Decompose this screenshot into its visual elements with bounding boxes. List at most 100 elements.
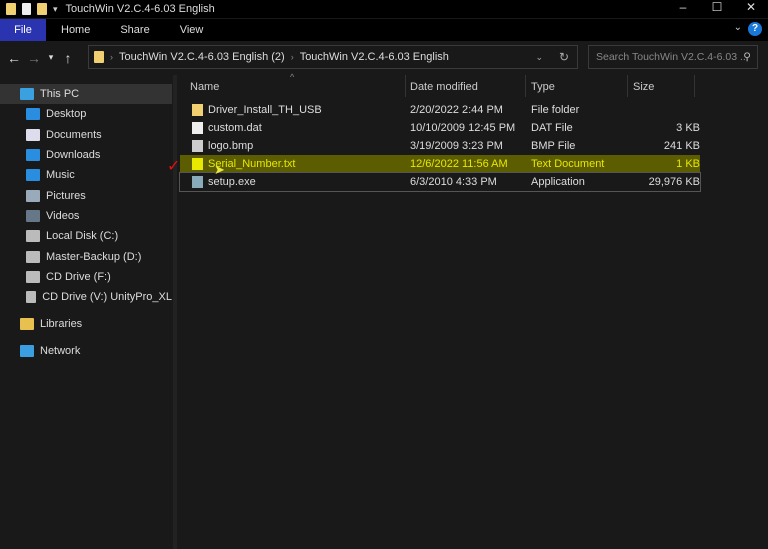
sidebar-item-label: Network: [40, 344, 81, 357]
breadcrumb-item[interactable]: TouchWin V2.C.4-6.03 English: [300, 51, 449, 63]
folder-icon: [192, 104, 203, 116]
sidebar-item-label: Videos: [46, 209, 80, 222]
sidebar-item-libraries[interactable]: Libraries: [0, 314, 172, 334]
sidebar-item-label: Master-Backup (D:): [46, 250, 142, 263]
sidebar-item-pictures[interactable]: Pictures: [0, 185, 172, 205]
sidebar-item-this-pc[interactable]: This PC: [0, 84, 172, 105]
sidebar-item-label: CD Drive (F:): [46, 270, 111, 283]
file-type: DAT File: [531, 122, 573, 134]
up-arrow-icon[interactable]: ↑: [58, 50, 78, 66]
sidebar-item-network[interactable]: Network: [0, 341, 172, 361]
file-row[interactable]: Driver_Install_TH_USB 2/20/2022 2:44 PM Fi…: [180, 101, 700, 119]
file-date: 6/3/2010 4:33 PM: [410, 176, 497, 188]
red-checkmark-annotation: ✓: [167, 158, 181, 175]
refresh-icon[interactable]: ↻: [559, 50, 569, 64]
drive-icon: [26, 230, 40, 243]
column-header-size[interactable]: Size: [633, 81, 654, 93]
file-row[interactable]: logo.bmp 3/19/2009 3:23 PM BMP File 241 KB: [180, 137, 700, 155]
back-arrow-icon[interactable]: ←: [4, 50, 24, 66]
sidebar-item-label: Libraries: [40, 318, 83, 331]
column-divider[interactable]: [525, 75, 526, 97]
file-size: 1 KB: [676, 158, 700, 170]
address-dropdown-icon[interactable]: ⌄: [535, 52, 543, 63]
column-header-name[interactable]: Name: [190, 81, 219, 93]
tab-file[interactable]: File: [0, 19, 46, 41]
breadcrumb-separator: ›: [290, 52, 294, 62]
maximize-button[interactable]: ☐: [700, 0, 734, 14]
computer-icon: [20, 88, 34, 101]
file-size: 241 KB: [663, 140, 700, 152]
sidebar-item-label: Music: [46, 169, 75, 182]
music-icon: [26, 169, 40, 182]
pictures-icon: [26, 189, 40, 202]
ribbon: File Home Share View ⌄ ?: [0, 19, 768, 41]
file-date: 3/19/2009 3:23 PM: [410, 140, 503, 152]
cd-drive-icon: [26, 291, 37, 304]
videos-icon: [26, 209, 40, 222]
search-icon: ⚲: [743, 51, 751, 63]
file-type: File folder: [531, 104, 580, 116]
sidebar-item-label: Downloads: [46, 149, 101, 162]
navigation-pane: This PC Desktop Documents Downloads Music Pic…: [0, 84, 172, 549]
file-name: logo.bmp: [208, 140, 254, 152]
file-size: 3 KB: [676, 122, 700, 134]
file-type: Application: [531, 176, 585, 188]
address-bar[interactable]: › TouchWin V2.C.4-6.03 English (2) › Tou…: [88, 45, 578, 69]
recent-locations-icon[interactable]: ▾: [44, 52, 58, 63]
cd-drive-icon: [26, 270, 40, 283]
column-divider[interactable]: [405, 75, 406, 97]
tab-share[interactable]: Share: [105, 19, 164, 41]
file-list: ^ Name Date modified Type Size Driver_In…: [179, 72, 768, 192]
column-headers: ^ Name Date modified Type Size: [180, 72, 768, 97]
window-title: TouchWin V2.C.4-6.03 English: [65, 3, 215, 15]
file-row[interactable]: setup.exe 6/3/2010 4:33 PM Application 29,9…: [179, 172, 701, 192]
sort-ascending-icon: ^: [290, 72, 295, 82]
minimize-button[interactable]: –: [666, 0, 700, 14]
breadcrumb-item[interactable]: TouchWin V2.C.4-6.03 English (2): [119, 51, 285, 63]
file-type: BMP File: [531, 140, 576, 152]
sidebar-item-local-disk-c[interactable]: Local Disk (C:): [0, 226, 172, 246]
column-divider[interactable]: [694, 75, 695, 97]
network-icon: [20, 344, 34, 357]
expand-ribbon-icon[interactable]: ⌄: [734, 22, 742, 33]
file-name: Driver_Install_TH_USB: [208, 104, 322, 116]
column-header-type[interactable]: Type: [531, 81, 555, 93]
sidebar-item-master-backup-d[interactable]: Master-Backup (D:): [0, 246, 172, 266]
file-date: 10/10/2009 12:45 PM: [410, 122, 516, 134]
sidebar-item-cd-drive-f[interactable]: CD Drive (F:): [0, 267, 172, 287]
breadcrumb-separator: ›: [110, 52, 113, 62]
pane-scrollbar[interactable]: [173, 75, 177, 549]
sidebar-item-label: Desktop: [46, 108, 87, 121]
column-header-date[interactable]: Date modified: [410, 81, 478, 93]
downloads-icon: [26, 149, 40, 162]
search-placeholder: Search TouchWin V2.C.4-6.03 ...: [596, 51, 749, 63]
sidebar-item-label: This PC: [40, 88, 80, 101]
file-row[interactable]: Serial_Number.txt 12/6/2022 11:56 AM Text …: [180, 155, 700, 173]
file-row[interactable]: custom.dat 10/10/2009 12:45 PM DAT File 3 K…: [180, 119, 700, 137]
sidebar-item-music[interactable]: Music: [0, 165, 172, 185]
sidebar-item-label: Documents: [46, 128, 102, 141]
libraries-icon: [20, 318, 34, 331]
customize-toolbar-icon[interactable]: ▾: [53, 4, 58, 15]
close-button[interactable]: ✕: [734, 0, 768, 14]
folder-icon: [6, 3, 16, 15]
sidebar-item-downloads[interactable]: Downloads: [0, 145, 172, 165]
new-folder-icon[interactable]: [37, 3, 47, 15]
desktop-icon: [26, 108, 40, 121]
help-icon[interactable]: ?: [748, 22, 762, 36]
tab-home[interactable]: Home: [46, 19, 105, 41]
file-date: 2/20/2022 2:44 PM: [410, 104, 503, 116]
forward-arrow-icon[interactable]: →: [24, 50, 44, 66]
sidebar-item-videos[interactable]: Videos: [0, 206, 172, 226]
column-divider[interactable]: [627, 75, 628, 97]
sidebar-item-cd-drive-v-unitypro-xl[interactable]: CD Drive (V:) UnityPro_XL: [0, 287, 172, 307]
documents-icon: [26, 128, 40, 141]
quick-access-toolbar: ▾: [0, 3, 58, 15]
search-input[interactable]: Search TouchWin V2.C.4-6.03 ... ⚲: [588, 45, 758, 69]
tab-view[interactable]: View: [165, 19, 219, 41]
setup-icon: [192, 176, 203, 188]
sidebar-item-label: Local Disk (C:): [46, 230, 119, 243]
properties-icon[interactable]: [22, 3, 31, 15]
sidebar-item-documents[interactable]: Documents: [0, 125, 172, 145]
sidebar-item-desktop[interactable]: Desktop: [0, 104, 172, 124]
